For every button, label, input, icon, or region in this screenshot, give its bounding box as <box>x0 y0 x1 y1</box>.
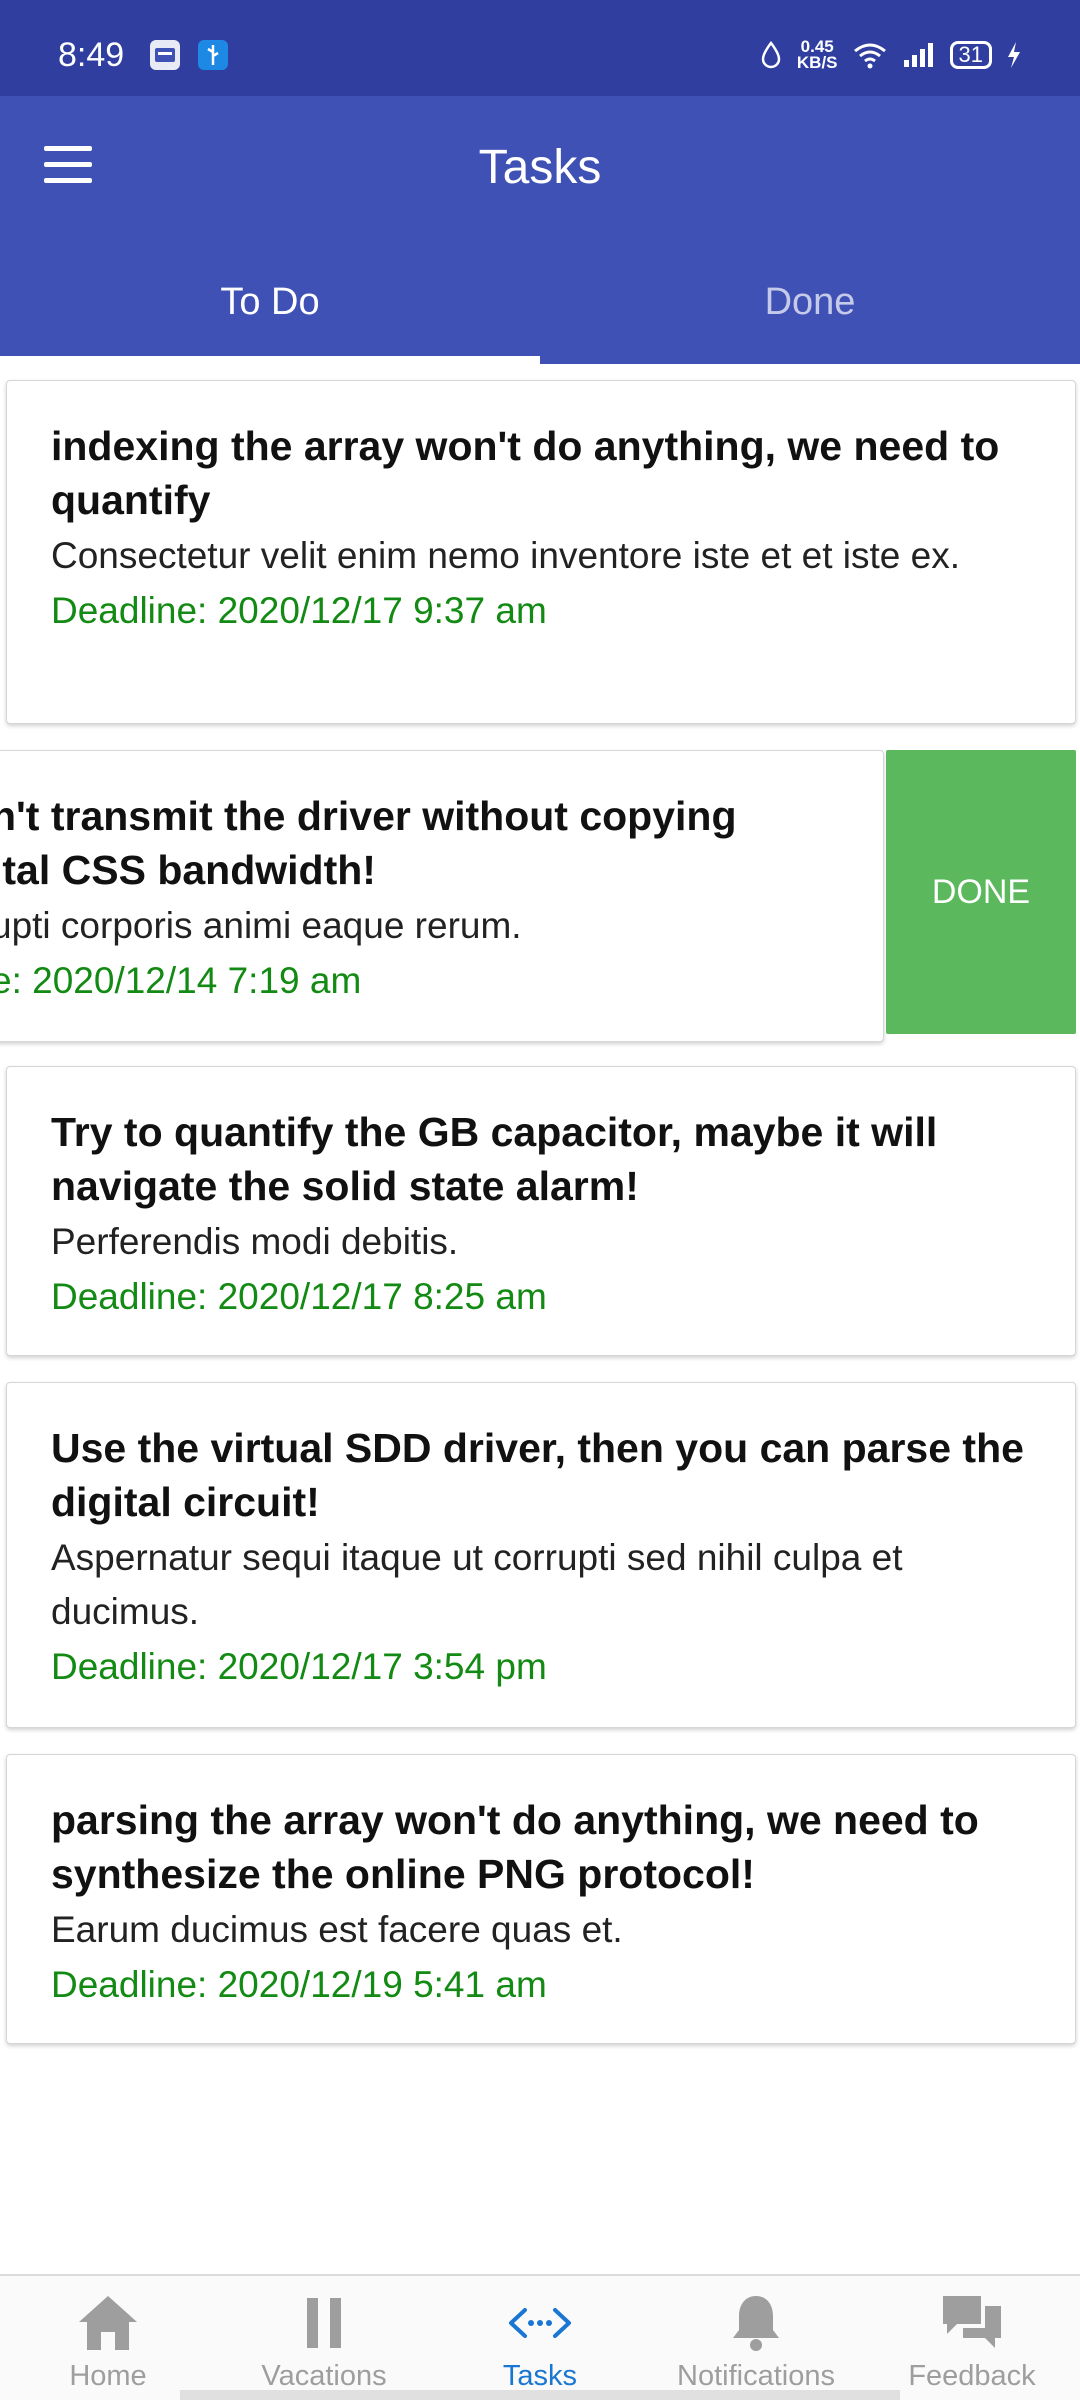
task-description: Aspernatur sequi itaque ut corrupti sed … <box>51 1537 903 1632</box>
charging-bolt-icon <box>1008 42 1020 68</box>
task-title: indexing the array won't do anything, we… <box>51 423 1000 523</box>
task-title-line2: ital CSS bandwidth! <box>0 847 376 893</box>
status-time: 8:49 <box>58 35 125 74</box>
task-description: Perferendis modi debitis. <box>51 1221 459 1262</box>
task-deadline: Deadline: 2020/12/17 3:54 pm <box>51 1646 547 1687</box>
task-title: Try to quantify the GB capacitor, maybe … <box>51 1109 938 1209</box>
nav-label: Tasks <box>502 2360 578 2392</box>
tab-done[interactable]: Done <box>540 240 1080 364</box>
data-saver-icon <box>761 40 781 69</box>
nav-label: Notifications <box>677 2360 835 2392</box>
status-right: 0.45 KB/S 31 <box>759 25 1022 71</box>
net-speed: 0.45 KB/S <box>796 38 838 72</box>
app-notification-icon <box>150 40 181 70</box>
pause-icon <box>307 2298 341 2348</box>
net-speed-unit: KB/S <box>796 53 838 72</box>
task-card[interactable]: parsing the array won't do anything, we … <box>6 1754 1076 2044</box>
mark-done-button[interactable]: DONE <box>886 750 1076 1034</box>
task-deadline: Deadline: 2020/12/17 8:25 am <box>51 1276 547 1317</box>
nav-feedback[interactable]: Feedback <box>864 2276 1080 2400</box>
home-icon <box>79 2296 137 2350</box>
page-title: Tasks <box>478 141 602 194</box>
nav-tasks[interactable]: Tasks <box>432 2276 648 2400</box>
tab-todo[interactable]: To Do <box>0 240 540 364</box>
task-description: Earum ducimus est facere quas et. <box>51 1909 623 1950</box>
home-indicator <box>180 2390 900 2400</box>
task-description: upti corporis animi eaque rerum. <box>0 905 522 946</box>
task-card[interactable]: Use the virtual SDD driver, then you can… <box>6 1382 1076 1728</box>
task-deadline: Deadline: 2020/12/17 9:37 am <box>51 590 547 631</box>
status-bar: 8:49 0.45 KB/S 31 <box>0 0 1080 96</box>
task-deadline: Deadline: 2020/12/19 5:41 am <box>51 1964 547 2005</box>
signal-icon <box>903 43 933 67</box>
chat-bubbles-icon <box>943 2296 1001 2348</box>
bell-icon <box>733 2296 779 2351</box>
task-card[interactable]: indexing the array won't do anything, we… <box>6 380 1076 724</box>
task-deadline: e: 2020/12/14 7:19 am <box>0 960 362 1001</box>
nav-notifications[interactable]: Notifications <box>648 2276 864 2400</box>
bottom-navigation: Home Vacations Tasks Notifications Feedb… <box>0 2274 1080 2400</box>
task-title-line1: n't transmit the driver without copying <box>0 793 737 839</box>
task-description: Consectetur velit enim nemo inventore is… <box>51 535 960 576</box>
battery-indicator: 31 <box>949 41 992 69</box>
nav-label: Feedback <box>908 2360 1036 2392</box>
task-card-swiped[interactable]: n't transmit the driver without copying … <box>0 750 884 1042</box>
task-card[interactable]: Try to quantify the GB capacitor, maybe … <box>6 1066 1076 1356</box>
app-bar: Tasks <box>0 96 1080 240</box>
nav-label: Vacations <box>261 2360 387 2392</box>
task-title: parsing the array won't do anything, we … <box>51 1797 979 1897</box>
nav-label: Home <box>69 2360 147 2392</box>
wifi-icon <box>853 43 886 69</box>
usb-notification-icon <box>198 40 229 70</box>
code-arrows-icon <box>509 2308 571 2338</box>
task-title: Use the virtual SDD driver, then you can… <box>51 1425 1024 1525</box>
status-left: 8:49 <box>58 22 229 75</box>
tab-bar: To Do Done <box>0 240 1080 364</box>
nav-home[interactable]: Home <box>0 2276 216 2400</box>
nav-vacations[interactable]: Vacations <box>216 2276 432 2400</box>
